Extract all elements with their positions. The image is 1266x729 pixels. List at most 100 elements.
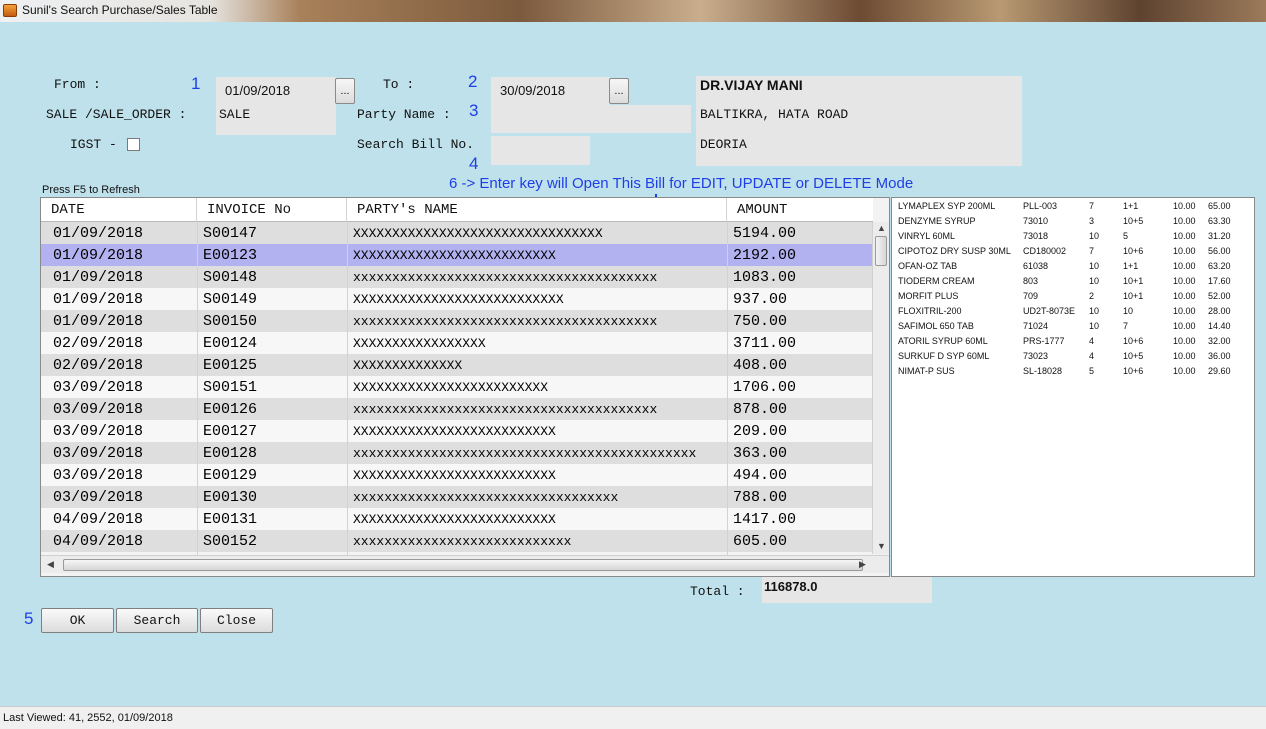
sale-type-label: SALE /SALE_ORDER :	[46, 107, 187, 122]
table-row[interactable]: 01/09/2018 S00150 xxxxxxxxxxxxxxxxxxxxxxxx…	[41, 310, 873, 332]
window-title: Sunil's Search Purchase/Sales Table	[22, 3, 218, 17]
item-scheme: 10	[1123, 306, 1134, 316]
to-date-picker-button[interactable]: ...	[609, 78, 629, 104]
horizontal-scroll-thumb[interactable]	[63, 559, 863, 571]
from-date-field[interactable]: 01/09/2018	[216, 77, 336, 105]
cell-invoice: E00126	[203, 401, 258, 418]
table-row[interactable]: 04/09/2018 E00131 XXXXXXXXXXXXXXXXXXXXXXXX…	[41, 508, 873, 530]
horizontal-scrollbar[interactable]: ◀ ▶	[41, 555, 889, 573]
scroll-down-icon[interactable]: ▼	[877, 541, 886, 551]
item-amount: 14.40	[1208, 321, 1231, 331]
search-button[interactable]: Search	[116, 608, 198, 633]
close-button[interactable]: Close	[200, 608, 273, 633]
item-name: ATORIL SYRUP 60ML	[898, 336, 988, 346]
item-name: FLOXITRIL-200	[898, 306, 962, 316]
table-row[interactable]: 01/09/2018 S00147 XXXXXXXXXXXXXXXXXXXXXXXX…	[41, 222, 873, 244]
cell-amount: 750.00	[733, 313, 788, 330]
item-amount: 63.20	[1208, 261, 1231, 271]
item-name: DENZYME SYRUP	[898, 216, 976, 226]
item-scheme: 10+6	[1123, 246, 1144, 256]
item-name: CIPOTOZ DRY SUSP 30ML	[898, 246, 1011, 256]
table-row[interactable]: 03/09/2018 S00151 XXXXXXXXXXXXXXXXXXXXXXXX…	[41, 376, 873, 398]
scroll-right-icon[interactable]: ▶	[859, 559, 866, 570]
item-row: TIODERM CREAM 803 10 10+1 10.00 17.60	[892, 276, 1256, 291]
item-batch: 73023	[1023, 351, 1049, 361]
grid-body: 01/09/2018 S00147 XXXXXXXXXXXXXXXXXXXXXXXX…	[41, 222, 873, 555]
item-row: VINRYL 60ML 73018 10 5 10.00 31.20	[892, 231, 1256, 246]
table-row[interactable]: 03/09/2018 E00130 xxxxxxxxxxxxxxxxxxxxxxxx…	[41, 486, 873, 508]
vertical-scroll-thumb[interactable]	[875, 236, 887, 266]
cell-date: 03/09/2018	[53, 423, 144, 440]
column-header-amount[interactable]: AMOUNT	[727, 198, 873, 222]
table-row[interactable]: 01/09/2018 E00123 XXXXXXXXXXXXXXXXXXXXXXXX…	[41, 244, 873, 266]
cell-date: 02/09/2018	[53, 357, 144, 374]
cell-party: xxxxxxxxxxxxxxxxxxxxxxxxxxxxxxxxxxxxxxx	[353, 314, 658, 329]
invoice-grid[interactable]: DATE INVOICE No PARTY's NAME AMOUNT 01/0…	[40, 197, 890, 577]
enter-key-note: 6 -> Enter key will Open This Bill for E…	[449, 175, 914, 192]
scroll-up-icon[interactable]: ▲	[877, 223, 886, 233]
igst-checkbox[interactable]	[127, 138, 140, 151]
item-scheme: 10+6	[1123, 336, 1144, 346]
table-row[interactable]: 03/09/2018 E00127 XXXXXXXXXXXXXXXXXXXXXXXX…	[41, 420, 873, 442]
table-row[interactable]: 01/09/2018 S00148 xxxxxxxxxxxxxxxxxxxxxxxx…	[41, 266, 873, 288]
table-row[interactable]: 02/09/2018 E00125 XXXXXXXXXXXXXX 408.00	[41, 354, 873, 376]
to-label: To :	[383, 77, 415, 92]
to-date-field[interactable]: 30/09/2018	[491, 77, 610, 105]
cell-amount: 363.00	[733, 445, 788, 462]
table-row[interactable]: 02/09/2018 E00124 XXXXXXXXXXXXXXXXX 3711.00	[41, 332, 873, 354]
scroll-left-icon[interactable]: ◀	[47, 559, 54, 570]
table-row[interactable]: 03/09/2018 E00129 XXXXXXXXXXXXXXXXXXXXXXXX…	[41, 464, 873, 486]
table-row[interactable]: 03/09/2018 E00128 xxxxxxxxxxxxxxxxxxxxxxxx…	[41, 442, 873, 464]
item-row: ATORIL SYRUP 60ML PRS-1777 4 10+6 10.00 32.00	[892, 336, 1256, 351]
item-gst: 10.00	[1173, 231, 1196, 241]
vertical-scrollbar[interactable]: ▲ ▼	[872, 222, 889, 554]
table-row[interactable]: 03/09/2018 E00126 xxxxxxxxxxxxxxxxxxxxxxxx…	[41, 398, 873, 420]
item-qty: 10	[1089, 231, 1100, 241]
item-qty: 5	[1089, 366, 1095, 376]
item-gst: 10.00	[1173, 246, 1196, 256]
cell-party: xxxxxxxxxxxxxxxxxxxxxxxxxxxxxxxxxxxxxxx	[353, 402, 658, 417]
item-amount: 17.60	[1208, 276, 1231, 286]
item-row: CIPOTOZ DRY SUSP 30ML CD180002 7 10+6 10.00 5…	[892, 246, 1256, 261]
item-scheme: 1+1	[1123, 201, 1139, 211]
sale-type-field[interactable]: SALE	[216, 105, 336, 135]
cell-amount: 408.00	[733, 357, 788, 374]
item-name: TIODERM CREAM	[898, 276, 975, 286]
cell-date: 01/09/2018	[53, 225, 144, 242]
item-scheme: 10+1	[1123, 276, 1144, 286]
item-amount: 65.00	[1208, 201, 1231, 211]
ok-button[interactable]: OK	[41, 608, 114, 633]
from-date-picker-button[interactable]: ...	[335, 78, 355, 104]
item-name: VINRYL 60ML	[898, 231, 956, 241]
item-gst: 10.00	[1173, 336, 1196, 346]
cell-amount: 209.00	[733, 423, 788, 440]
table-row[interactable]: 01/09/2018 S00149 XXXXXXXXXXXXXXXXXXXXXXXX…	[41, 288, 873, 310]
item-amount: 29.60	[1208, 366, 1231, 376]
item-name: SURKUF D SYP 60ML	[898, 351, 990, 361]
item-batch: 71024	[1023, 321, 1049, 331]
cell-party: XXXXXXXXXXXXXXXXXXXXXXXXX	[353, 380, 549, 395]
cell-amount: 5194.00	[733, 225, 797, 242]
item-gst: 10.00	[1173, 201, 1196, 211]
cell-date: 03/09/2018	[53, 445, 144, 462]
cell-amount: 605.00	[733, 533, 788, 550]
item-batch: CD180002	[1023, 246, 1067, 256]
total-field: 116878.0	[762, 577, 932, 603]
party-name-input[interactable]	[491, 105, 691, 133]
column-header-invoice[interactable]: INVOICE No	[197, 198, 347, 222]
column-header-date[interactable]: DATE	[41, 198, 197, 222]
item-qty: 10	[1089, 276, 1100, 286]
search-bill-label: Search Bill No.	[357, 137, 475, 152]
table-row[interactable]: 04/09/2018 S00152 xxxxxxxxxxxxxxxxxxxxxxxx…	[41, 530, 873, 552]
grid-header: DATE INVOICE No PARTY's NAME AMOUNT	[41, 198, 873, 222]
cell-invoice: E00131	[203, 511, 258, 528]
cell-invoice: S00147	[203, 225, 258, 242]
search-bill-input[interactable]	[491, 136, 590, 165]
item-batch: 73018	[1023, 231, 1049, 241]
column-header-party[interactable]: PARTY's NAME	[347, 198, 727, 222]
cell-party: XXXXXXXXXXXXXXXXXXXXXXXXXX	[353, 248, 556, 263]
cell-party: XXXXXXXXXXXXXXXXXXXXXXXXXXXXXXXX	[353, 226, 603, 241]
item-scheme: 5	[1123, 231, 1129, 241]
cell-date: 01/09/2018	[53, 291, 144, 308]
cell-invoice: S00151	[203, 379, 258, 396]
